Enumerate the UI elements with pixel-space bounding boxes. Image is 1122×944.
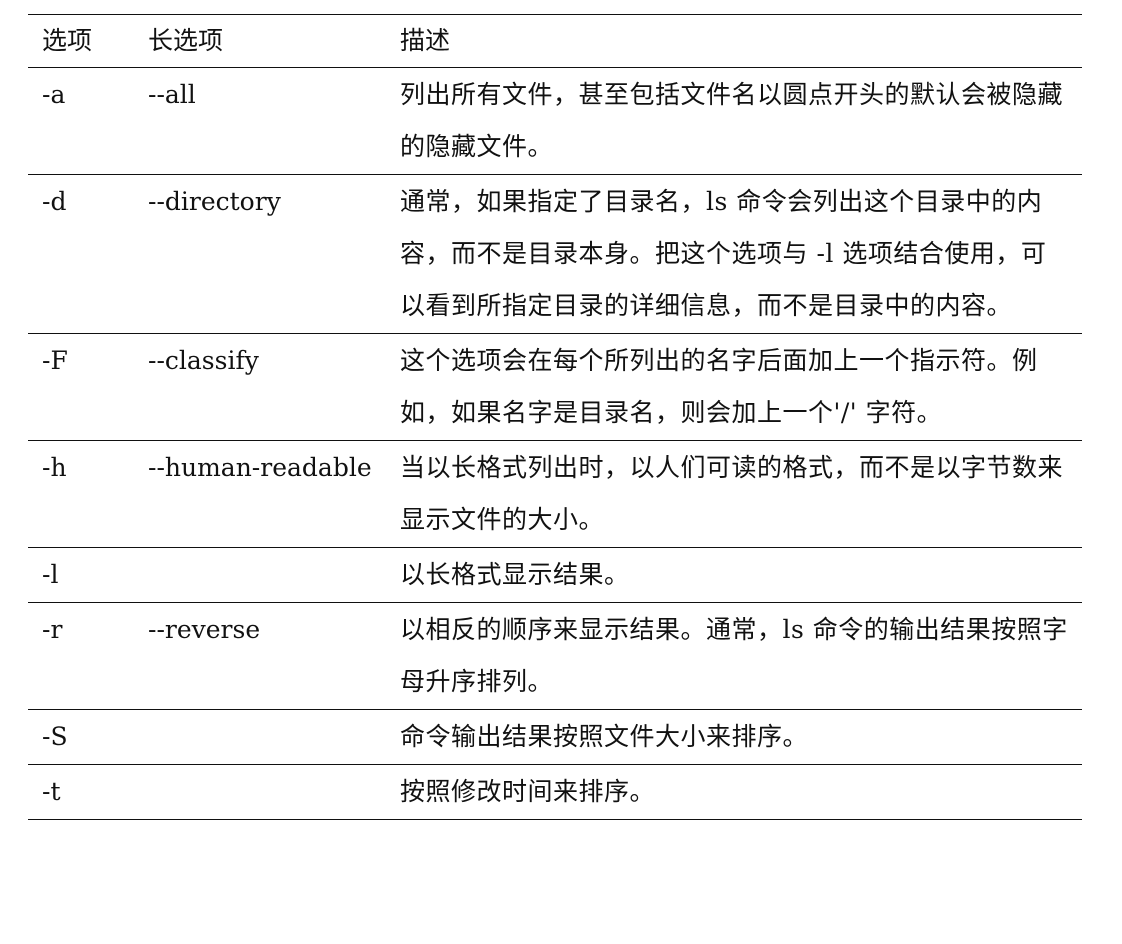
description-cell: 这个选项会在每个所列出的名字后面加上一个指示符。例如，如果名字是目录名，则会加上… (400, 346, 1038, 427)
long-option-cell: --human-readable (148, 453, 372, 482)
description-cell: 当以长格式列出时，以人们可读的格式，而不是以字节数来显示文件的大小。 (400, 453, 1064, 534)
option-cell: -a (42, 80, 66, 109)
description-cell: 列出所有文件，甚至包括文件名以圆点开头的默认会被隐藏的隐藏文件。 (400, 80, 1064, 161)
long-option-cell: --reverse (148, 615, 261, 644)
table-row: -h --human-readable 当以长格式列出时，以人们可读的格式，而不… (28, 441, 1082, 548)
table-row: -l 以长格式显示结果。 (28, 548, 1082, 603)
option-cell: -S (42, 722, 68, 751)
description-cell: 命令输出结果按照文件大小来排序。 (400, 722, 809, 751)
long-option-cell: --directory (148, 187, 281, 216)
description-cell: 按照修改时间来排序。 (400, 777, 656, 806)
header-description: 描述 (400, 26, 451, 55)
description-cell: 以相反的顺序来显示结果。通常，ls 命令的输出结果按照字母升序排列。 (400, 615, 1068, 696)
long-option-cell (134, 548, 382, 603)
option-cell: -r (42, 615, 63, 644)
table-row: -r --reverse 以相反的顺序来显示结果。通常，ls 命令的输出结果按照… (28, 603, 1082, 710)
option-cell: -F (42, 346, 68, 375)
table-header-row: 选项 长选项 描述 (28, 14, 1082, 68)
table-row: -a --all 列出所有文件，甚至包括文件名以圆点开头的默认会被隐藏的隐藏文件… (28, 68, 1082, 175)
long-option-cell: --all (148, 80, 196, 109)
ls-options-table: 选项 长选项 描述 -a --all 列出所有文件，甚至包括文件名以圆点开头的默… (28, 14, 1082, 820)
option-cell: -h (42, 453, 67, 482)
description-cell: 以长格式显示结果。 (400, 560, 630, 589)
table-row: -F --classify 这个选项会在每个所列出的名字后面加上一个指示符。例如… (28, 334, 1082, 441)
option-cell: -t (42, 777, 61, 806)
options-table-container: 选项 长选项 描述 -a --all 列出所有文件，甚至包括文件名以圆点开头的默… (28, 14, 1082, 820)
long-option-cell (134, 765, 382, 820)
option-cell: -d (42, 187, 67, 216)
table-row: -d --directory 通常，如果指定了目录名，ls 命令会列出这个目录中… (28, 175, 1082, 334)
long-option-cell: --classify (148, 346, 259, 375)
long-option-cell (134, 710, 382, 765)
table-row: -t 按照修改时间来排序。 (28, 765, 1082, 820)
option-cell: -l (42, 560, 59, 589)
header-long-option: 长选项 (148, 26, 224, 55)
header-option: 选项 (42, 26, 93, 55)
description-cell: 通常，如果指定了目录名，ls 命令会列出这个目录中的内容，而不是目录本身。把这个… (400, 187, 1047, 320)
table-row: -S 命令输出结果按照文件大小来排序。 (28, 710, 1082, 765)
